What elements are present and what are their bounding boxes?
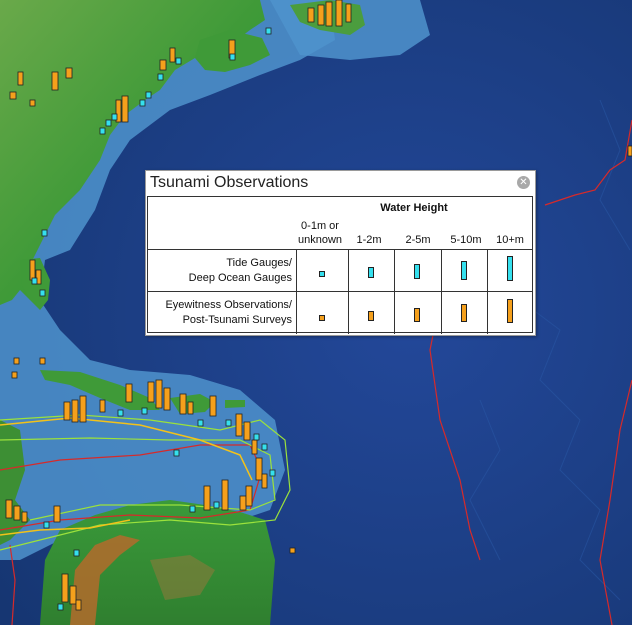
- column-header-line1: 0-1m or: [301, 220, 339, 232]
- divider: [348, 250, 349, 292]
- tide-symbol-2-5m: [414, 264, 420, 279]
- column-header-0-1m: 0-1m or unknown: [294, 219, 346, 247]
- column-header-line2: unknown: [297, 234, 343, 246]
- legend-header: Water Height 0-1m or unknown 1-2m 2-5m 5…: [148, 197, 532, 249]
- divider: [394, 250, 395, 292]
- row-label-line1: Eyewitness Observations/: [165, 299, 292, 311]
- eyewitness-symbol-2-5m: [414, 308, 420, 322]
- column-header-1-2m: 1-2m: [356, 234, 382, 246]
- tide-symbol-5-10m: [461, 261, 467, 280]
- water-height-label: Water Height: [380, 202, 448, 214]
- legend-panel: Tsunami Observations ✕ Water Height 0-1m…: [145, 170, 536, 336]
- eyewitness-symbol-0-1m: [319, 315, 325, 321]
- row-label-line1: Tide Gauges/: [226, 257, 292, 269]
- legend-row-eyewitness: Eyewitness Observations/ Post-Tsunami Su…: [148, 291, 532, 334]
- row-label-line2: Deep Ocean Gauges: [188, 272, 292, 284]
- tide-symbol-1-2m: [368, 267, 374, 278]
- divider: [487, 250, 488, 292]
- legend-table: Water Height 0-1m or unknown 1-2m 2-5m 5…: [147, 196, 533, 334]
- divider: [296, 292, 297, 334]
- divider: [394, 292, 395, 334]
- row-label-line2: Post-Tsunami Surveys: [182, 314, 292, 326]
- close-icon[interactable]: ✕: [517, 176, 530, 189]
- tide-symbol-0-1m: [319, 271, 325, 277]
- divider: [296, 250, 297, 292]
- puerto-rico-land: [225, 400, 245, 408]
- legend-row-tide-gauges: Tide Gauges/ Deep Ocean Gauges: [148, 249, 532, 292]
- column-header-10m-plus: 10+m: [496, 234, 524, 246]
- column-header-5-10m: 5-10m: [450, 234, 482, 246]
- divider: [348, 292, 349, 334]
- tide-symbol-10m-plus: [507, 256, 513, 281]
- divider: [441, 250, 442, 292]
- divider: [487, 292, 488, 334]
- eyewitness-symbol-10m-plus: [507, 299, 513, 323]
- eyewitness-symbol-5-10m: [461, 304, 467, 322]
- legend-title: Tsunami Observations: [150, 174, 309, 191]
- row-label-tide-gauges: Tide Gauges/ Deep Ocean Gauges: [148, 256, 292, 286]
- row-label-eyewitness: Eyewitness Observations/ Post-Tsunami Su…: [148, 298, 292, 328]
- column-header-2-5m: 2-5m: [405, 234, 431, 246]
- eyewitness-symbol-1-2m: [368, 311, 374, 321]
- divider: [441, 292, 442, 334]
